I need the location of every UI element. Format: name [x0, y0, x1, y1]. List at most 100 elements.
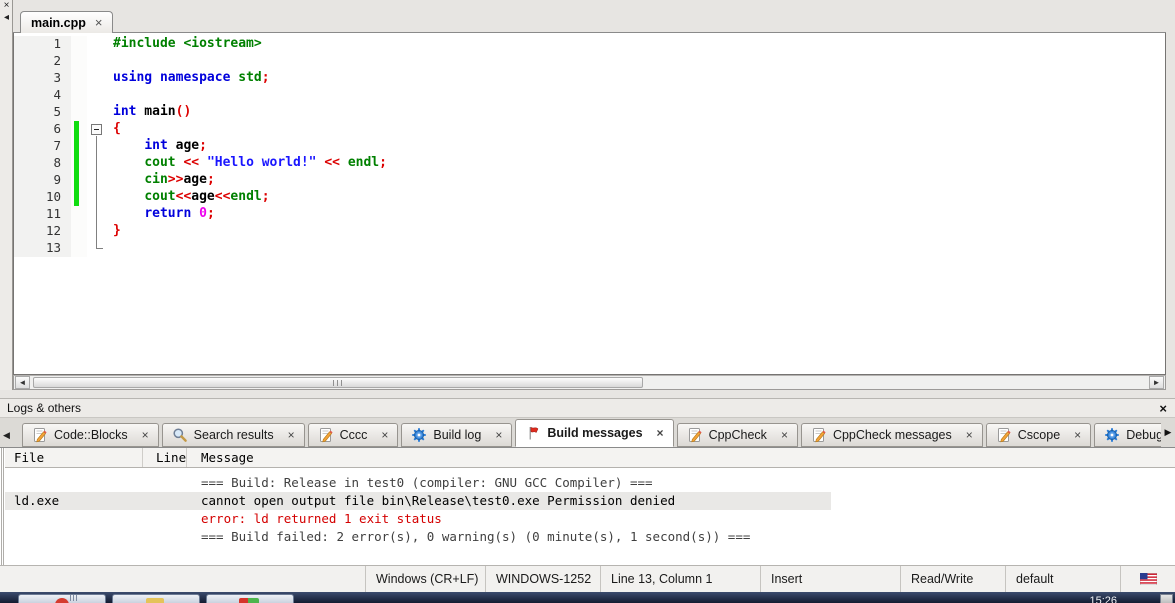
note-pencil-icon — [687, 427, 703, 443]
scroll-left-icon[interactable]: ◄ — [15, 376, 30, 389]
code-line[interactable]: cout << "Hello world!" << endl; — [111, 155, 387, 172]
close-icon[interactable]: × — [95, 16, 103, 29]
logs-tab-cppcheck-messages[interactable]: CppCheck messages × — [800, 423, 983, 447]
fold-margin[interactable] — [87, 87, 111, 104]
code-row: 2 — [14, 53, 1165, 70]
cell-line — [143, 510, 187, 528]
taskbar-button[interactable] — [112, 594, 200, 603]
logs-tab-cccc[interactable]: Cccc × — [307, 423, 399, 447]
build-message-row[interactable]: ld.exe cannot open output file bin\Releas… — [5, 492, 1175, 510]
scroll-right-icon[interactable]: ► — [1149, 376, 1164, 389]
logs-tab-debugger[interactable]: Debugger× — [1094, 423, 1162, 447]
close-icon[interactable]: × — [495, 428, 502, 442]
close-icon[interactable]: × — [966, 428, 973, 442]
code-line[interactable]: #include <iostream> — [111, 36, 262, 53]
code-line[interactable]: int age; — [111, 138, 207, 155]
column-header-line[interactable]: Line — [143, 448, 187, 467]
fold-margin[interactable] — [87, 240, 111, 257]
fold-margin[interactable] — [87, 138, 111, 155]
logs-tab-cppcheck[interactable]: CppCheck × — [676, 423, 798, 447]
logs-tab-build-messages[interactable]: Build messages × — [515, 419, 674, 447]
code-token: int — [144, 138, 168, 153]
close-icon[interactable]: × — [1074, 428, 1081, 442]
fold-margin[interactable] — [87, 206, 111, 223]
changed-line-marker — [74, 189, 79, 206]
line-number: 13 — [14, 240, 71, 257]
code-line[interactable]: using namespace std; — [111, 70, 270, 87]
gear-icon — [411, 427, 427, 443]
column-header-message[interactable]: Message — [187, 448, 1175, 467]
code-row: 11 return 0; — [14, 206, 1165, 223]
show-desktop-button[interactable] — [1160, 594, 1173, 603]
code-line[interactable] — [111, 53, 113, 70]
code-row: 7 int age; — [14, 138, 1165, 155]
code-line[interactable] — [111, 240, 113, 257]
fold-margin[interactable] — [87, 53, 111, 70]
note-pencil-icon — [318, 427, 334, 443]
code-line[interactable] — [111, 87, 113, 104]
code-line[interactable]: return 0; — [111, 206, 215, 223]
fold-collapse-icon[interactable] — [91, 124, 102, 135]
close-icon[interactable]: × — [781, 428, 788, 442]
close-icon[interactable]: × — [657, 426, 664, 440]
tabs-scroll-right-icon[interactable]: ▶ — [1161, 418, 1175, 447]
change-margin — [71, 155, 87, 172]
code-line[interactable]: cout<<age<<endl; — [111, 189, 270, 206]
panel-collapse-arrow-icon[interactable]: ◂ — [0, 12, 13, 24]
us-flag-icon[interactable] — [1120, 566, 1175, 592]
fold-margin[interactable] — [87, 121, 111, 138]
panel-close-icon[interactable]: × — [0, 0, 13, 12]
code-line[interactable]: int main() — [111, 104, 191, 121]
tabs-scroll-left-icon[interactable]: ◀ — [3, 430, 10, 441]
code-token: ; — [261, 189, 270, 204]
build-message-row[interactable]: === Build failed: 2 error(s), 0 warning(… — [5, 528, 1175, 546]
close-icon[interactable]: × — [142, 428, 149, 442]
logs-close-icon[interactable]: × — [1159, 401, 1167, 416]
build-message-row[interactable]: === Build: Release in test0 (compiler: G… — [5, 474, 1175, 492]
column-header-file[interactable]: File — [5, 448, 143, 467]
code-token: using — [113, 70, 153, 85]
build-message-row[interactable]: error: ld returned 1 exit status — [5, 510, 1175, 528]
line-number: 1 — [14, 36, 71, 53]
logs-tab-cscope[interactable]: Cscope × — [985, 423, 1092, 447]
fold-margin[interactable] — [87, 223, 111, 240]
code-token: << — [175, 189, 192, 204]
code-line[interactable]: } — [111, 223, 121, 240]
fold-margin[interactable] — [87, 189, 111, 206]
editor-horizontal-scrollbar[interactable]: ◄ ► — [13, 375, 1166, 390]
tab-label: CppCheck messages — [832, 428, 952, 442]
fold-margin[interactable] — [87, 104, 111, 121]
logs-tab-search-results[interactable]: Search results × — [161, 423, 305, 447]
app-window-icon — [146, 598, 164, 603]
close-icon[interactable]: × — [381, 428, 388, 442]
collapsed-management-panel-edge[interactable]: × ◂ — [0, 0, 13, 390]
scrollbar-grip-icon — [333, 380, 342, 386]
fold-margin[interactable] — [87, 172, 111, 189]
fold-margin[interactable] — [87, 36, 111, 53]
cell-message: === Build: Release in test0 (compiler: G… — [201, 475, 653, 490]
scrollbar-thumb[interactable] — [33, 377, 643, 388]
logs-tab-build-log[interactable]: Build log × — [401, 423, 513, 447]
taskbar-button[interactable] — [18, 594, 106, 603]
taskbar-button[interactable] — [206, 594, 294, 603]
code-editor[interactable]: 1 #include <iostream> 2 3 using namespace st… — [13, 33, 1166, 375]
changed-line-marker — [74, 138, 79, 155]
change-margin — [71, 138, 87, 155]
code-line[interactable]: { — [111, 121, 121, 138]
line-number: 4 — [14, 87, 71, 104]
flag-icon — [525, 425, 541, 441]
tab-label: CppCheck — [708, 428, 767, 442]
close-icon[interactable]: × — [288, 428, 295, 442]
fold-margin[interactable] — [87, 155, 111, 172]
taskbar-clock[interactable]: 15:26 — [1089, 595, 1117, 603]
tab-main-cpp[interactable]: main.cpp × — [20, 11, 114, 33]
fold-margin[interactable] — [87, 70, 111, 87]
logs-tab-code-blocks[interactable]: Code::Blocks × — [22, 423, 159, 447]
code-token: ; — [206, 206, 215, 221]
code-line[interactable]: cin>>age; — [111, 172, 214, 189]
code-token: namespace — [159, 70, 231, 85]
